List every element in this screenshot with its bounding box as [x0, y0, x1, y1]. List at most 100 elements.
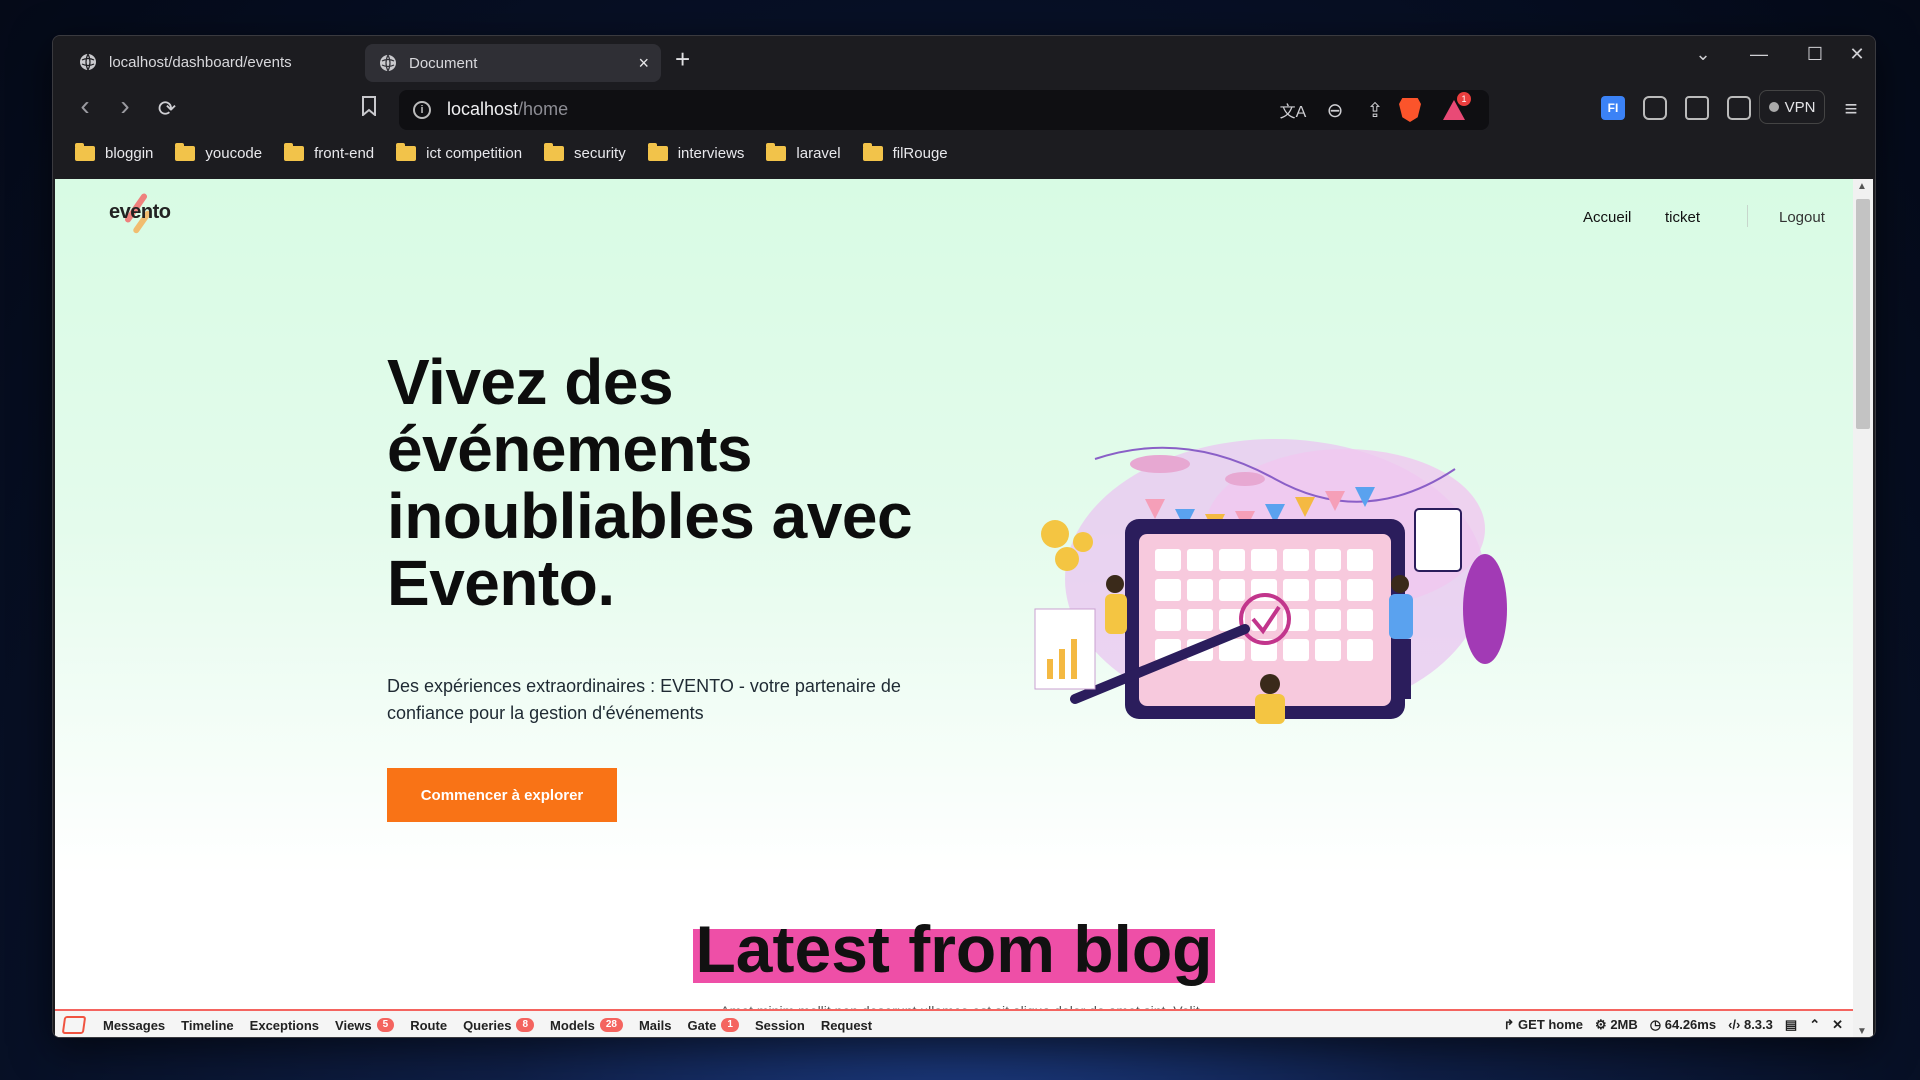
memory-text: 2MB [1610, 1017, 1638, 1032]
hero-title-highlight: Evento. [387, 550, 615, 617]
bookmark-folder[interactable]: laravel [766, 142, 841, 162]
bookmark-label: interviews [677, 144, 745, 162]
folder-icon [75, 142, 95, 161]
site-info-icon[interactable]: i [413, 101, 431, 119]
debug-tab-timeline[interactable]: Timeline [173, 1018, 242, 1033]
forward-icon[interactable]: › [111, 90, 139, 122]
time-text: 64.26ms [1664, 1017, 1717, 1032]
debug-tab-queries[interactable]: Queries 8 [455, 1018, 542, 1033]
debug-tab-request[interactable]: Request [813, 1018, 880, 1033]
tab-document[interactable]: Document × [365, 44, 661, 82]
sidebar-toggle-icon[interactable] [1685, 96, 1709, 120]
debug-count-badge: 8 [516, 1018, 535, 1032]
browser-toolbar: ‹ › ⟳ i localhost/home 文A ⊖ ⇪ 1 FI VPN ≡ [53, 86, 1875, 132]
tab-dashboard-events[interactable]: localhost/dashboard/events [65, 42, 355, 82]
tab-strip: localhost/dashboard/events Document × + … [53, 36, 1875, 82]
page-scrollbar[interactable]: ▲ ▼ [1853, 179, 1873, 1037]
laravel-logo-icon[interactable] [61, 1016, 87, 1034]
nav-home-link[interactable]: Accueil [1583, 209, 1631, 226]
close-window-button[interactable]: ✕ [1835, 44, 1875, 65]
folder-icon [396, 142, 417, 161]
debug-stats: ↱ GET home ⚙ 2MB ◷ 64.26ms ‹/› 8.3.3 ▤ ⌃… [1504, 1017, 1843, 1033]
url-path: /home [518, 99, 569, 119]
bookmark-label: front-end [314, 144, 375, 162]
hero-title-line: inoubliables avec [387, 480, 913, 552]
debug-tab-label: Messages [103, 1017, 166, 1033]
url-text[interactable]: localhost/home [447, 99, 568, 120]
folder-icon [284, 142, 305, 161]
back-icon[interactable]: ‹ [71, 90, 99, 122]
php-version-text: 8.3.3 [1743, 1017, 1773, 1032]
new-tab-button[interactable]: + [675, 46, 690, 72]
translate-icon[interactable]: 文A [1279, 98, 1307, 122]
bookmark-folder[interactable]: front-end [284, 142, 375, 162]
reload-icon[interactable]: ⟳ [153, 96, 181, 122]
debug-tab-views[interactable]: Views 5 [327, 1018, 402, 1033]
close-tab-icon[interactable]: × [638, 53, 649, 74]
debug-tab-mails[interactable]: Mails [631, 1018, 680, 1033]
folder-open-icon[interactable]: ▤ [1785, 1017, 1797, 1033]
php-version-indicator: ‹/› 8.3.3 [1728, 1017, 1773, 1032]
globe-icon [80, 53, 96, 71]
bookmark-folder[interactable]: interviews [647, 142, 745, 162]
menu-icon[interactable]: ≡ [1837, 96, 1865, 122]
share-icon[interactable]: ⇪ [1361, 98, 1389, 123]
bookmark-folder[interactable]: bloggin [75, 142, 154, 162]
page-viewport: evento Accueil ticket Logout Vivez des é… [55, 179, 1873, 1037]
debug-tab-models[interactable]: Models 28 [542, 1018, 631, 1033]
minimize-button[interactable]: — [1737, 44, 1781, 65]
blog-title-text: Latest from blog [695, 912, 1213, 986]
debug-tab-label: Queries [463, 1017, 512, 1033]
bookmark-label: security [574, 144, 626, 162]
extensions-puzzle-icon[interactable] [1643, 96, 1667, 120]
debug-tab-messages[interactable]: Messages [95, 1018, 173, 1033]
bookmark-folder[interactable]: ict competition [396, 142, 523, 162]
debug-count-badge: 5 [376, 1018, 395, 1032]
folder-icon [647, 142, 668, 161]
vpn-button[interactable]: VPN [1759, 90, 1825, 124]
bookmark-folder[interactable]: filRouge [862, 142, 948, 162]
vpn-status-icon [1768, 102, 1779, 112]
nav-divider [1747, 205, 1748, 227]
debug-tab-route[interactable]: Route [402, 1018, 455, 1033]
debug-tab-label: Exceptions [249, 1017, 320, 1033]
scroll-down-icon[interactable]: ▼ [1857, 1026, 1867, 1037]
logout-link[interactable]: Logout [1779, 209, 1825, 226]
nav-ticket-link[interactable]: ticket [1665, 209, 1700, 226]
address-bar[interactable]: i localhost/home 文A ⊖ ⇪ 1 [399, 90, 1489, 130]
chevron-up-icon[interactable]: ⌃ [1809, 1017, 1820, 1033]
folder-icon [544, 142, 565, 161]
hero-title: Vivez des événements inoubliables avec E… [387, 349, 1007, 617]
debug-tab-label: Session [754, 1017, 805, 1033]
bookmark-label: ict competition [426, 144, 523, 162]
event-calendar-illustration [1034, 439, 1507, 724]
debug-tab-exceptions[interactable]: Exceptions [242, 1018, 327, 1033]
zoom-icon[interactable]: ⊖ [1321, 98, 1349, 123]
scroll-up-icon[interactable]: ▲ [1857, 181, 1867, 192]
laravel-debugbar: Messages Timeline Exceptions Views 5 Rout… [55, 1009, 1853, 1037]
site-logo[interactable]: evento [109, 201, 171, 224]
bookmark-label: bloggin [105, 144, 154, 162]
bookmark-folder[interactable]: youcode [175, 142, 262, 162]
route-indicator[interactable]: ↱ GET home [1504, 1017, 1584, 1033]
vpn-label: VPN [1784, 98, 1816, 116]
route-text: GET home [1518, 1017, 1584, 1032]
debug-tab-gate[interactable]: Gate 1 [679, 1018, 746, 1033]
hero-lead: Des expériences extraordinaires : EVENTO… [387, 676, 901, 723]
brave-shields-icon[interactable] [1399, 98, 1421, 122]
scrollbar-thumb[interactable] [1856, 199, 1870, 429]
tab-title: localhost/dashboard/events [109, 53, 292, 71]
close-debugbar-icon[interactable]: ✕ [1832, 1017, 1843, 1033]
highlight-text: Evento. [387, 547, 615, 619]
maximize-button[interactable]: ☐ [1793, 44, 1837, 65]
debug-tab-label: Models [550, 1017, 595, 1033]
debug-tab-session[interactable]: Session [747, 1018, 813, 1033]
tab-list-icon[interactable]: ⌄ [1681, 44, 1725, 65]
wallet-icon[interactable] [1727, 96, 1751, 120]
extension-icon[interactable]: FI [1601, 96, 1625, 120]
bookmark-icon[interactable] [355, 96, 383, 121]
hero-title-line: Vivez des [387, 346, 674, 418]
bookmark-folder[interactable]: security [544, 142, 626, 162]
explore-button[interactable]: Commencer à explorer [387, 768, 617, 822]
debug-tab-label: Request [820, 1017, 873, 1033]
